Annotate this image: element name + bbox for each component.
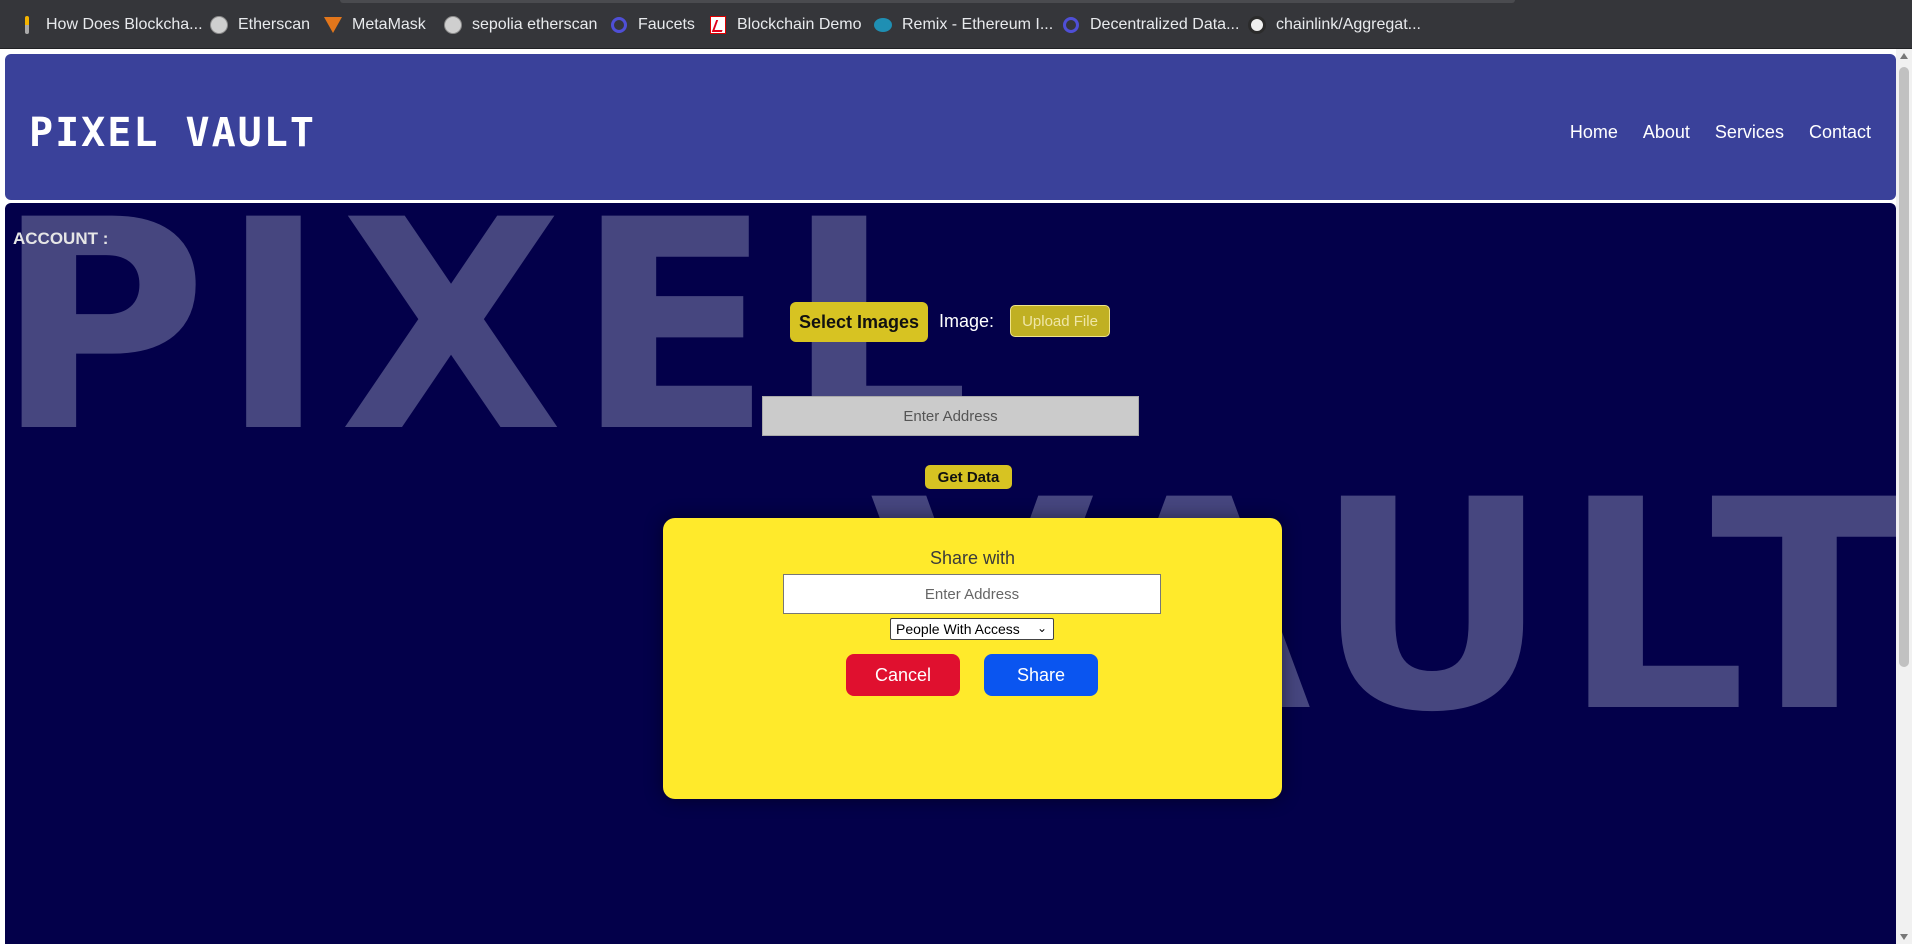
github-icon bbox=[1248, 16, 1266, 34]
bookmark-label: chainlink/Aggregat... bbox=[1276, 16, 1421, 33]
bookmark-blockchain-demo[interactable]: Blockchain Demo bbox=[709, 12, 862, 38]
nav-contact-link[interactable]: Contact bbox=[1809, 122, 1871, 143]
metamask-fox-icon bbox=[324, 16, 342, 34]
bookmark-label: Decentralized Data... bbox=[1090, 16, 1240, 33]
bookmark-label: How Does Blockcha... bbox=[46, 16, 203, 33]
etherscan-icon bbox=[444, 16, 462, 34]
main-nav: Home About Services Contact bbox=[1570, 122, 1871, 143]
bookmark-label: Blockchain Demo bbox=[737, 16, 862, 33]
remix-icon bbox=[874, 16, 892, 34]
bookmark-label: Remix - Ethereum I... bbox=[902, 16, 1054, 33]
nav-services-link[interactable]: Services bbox=[1715, 122, 1784, 143]
nav-home-link[interactable]: Home bbox=[1570, 122, 1618, 143]
bookmark-label: sepolia etherscan bbox=[472, 16, 598, 33]
select-images-button[interactable]: Select Images bbox=[790, 302, 928, 342]
bookmark-faucets[interactable]: Faucets bbox=[610, 12, 695, 38]
bookmark-decentralized-data[interactable]: Decentralized Data... bbox=[1062, 12, 1239, 38]
upload-file-button[interactable]: Upload File bbox=[1010, 305, 1110, 337]
bookmark-chainlink-aggregator[interactable]: chainlink/Aggregat... bbox=[1248, 12, 1421, 38]
scroll-thumb[interactable] bbox=[1899, 67, 1909, 667]
bookmarks-bar: How Does Blockcha... Etherscan MetaMask … bbox=[0, 0, 1912, 49]
bookmark-label: MetaMask bbox=[352, 16, 426, 33]
share-modal-title: Share with bbox=[929, 548, 1016, 568]
page-viewport: PIXEL VAULT Home About Services Contact … bbox=[0, 49, 1912, 944]
scroll-up-arrow-icon[interactable] bbox=[1900, 53, 1908, 59]
page-scrollbar[interactable] bbox=[1896, 49, 1912, 944]
share-address-input[interactable] bbox=[783, 574, 1161, 614]
bookmark-metamask[interactable]: MetaMask bbox=[324, 12, 426, 38]
brand-logo[interactable]: PIXEL VAULT bbox=[29, 110, 316, 156]
address-input[interactable] bbox=[762, 396, 1139, 436]
share-modal: Share with People With Access ⌄ Cancel S… bbox=[663, 518, 1282, 799]
select-value: People With Access bbox=[896, 621, 1020, 637]
bookmark-label: Etherscan bbox=[238, 16, 311, 33]
people-with-access-select[interactable]: People With Access ⌄ bbox=[890, 618, 1054, 640]
etherscan-icon bbox=[210, 16, 228, 34]
cancel-button[interactable]: Cancel bbox=[846, 654, 960, 696]
share-button[interactable]: Share bbox=[984, 654, 1098, 696]
bookmark-remix[interactable]: Remix - Ethereum I... bbox=[874, 12, 1053, 38]
image-label: Image: bbox=[939, 311, 995, 331]
bookmark-etherscan[interactable]: Etherscan bbox=[210, 12, 310, 38]
bar-icon bbox=[18, 16, 36, 34]
nav-about-link[interactable]: About bbox=[1643, 122, 1690, 143]
get-data-button[interactable]: Get Data bbox=[925, 465, 1012, 489]
pdf-icon bbox=[709, 16, 727, 34]
hexagon-icon bbox=[1062, 16, 1080, 34]
bookmark-how-does-blockchain[interactable]: How Does Blockcha... bbox=[18, 12, 203, 38]
tab-strip-edge bbox=[340, 0, 1515, 3]
site-header: PIXEL VAULT Home About Services Contact bbox=[5, 54, 1896, 200]
account-label: ACCOUNT : bbox=[13, 229, 109, 248]
scroll-down-arrow-icon[interactable] bbox=[1900, 934, 1908, 940]
bookmark-sepolia-etherscan[interactable]: sepolia etherscan bbox=[444, 12, 597, 38]
bookmark-label: Faucets bbox=[638, 16, 695, 33]
chevron-down-icon: ⌄ bbox=[1036, 621, 1047, 635]
hexagon-icon bbox=[610, 16, 628, 34]
